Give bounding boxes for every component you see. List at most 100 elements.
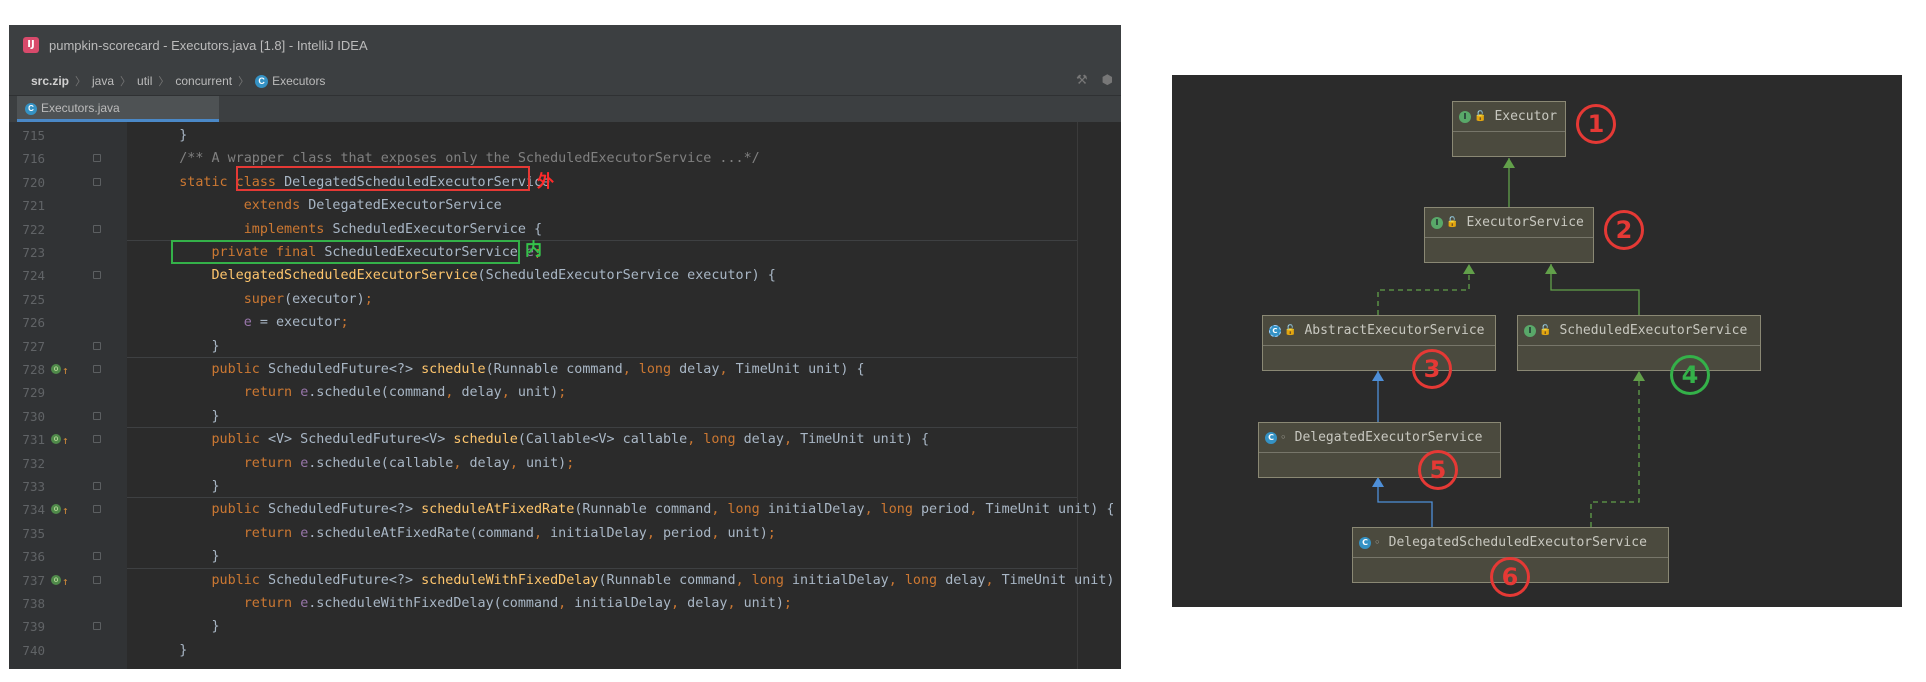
fold-toggle-icon[interactable] (93, 482, 101, 490)
code-token: (Runnable command (574, 502, 712, 518)
code-text: e = executor; (147, 311, 349, 334)
interface-icon: I (1431, 216, 1443, 229)
fold-toggle-icon[interactable] (93, 271, 101, 280)
code-text: return e.scheduleAtFixedRate(command, in… (147, 522, 776, 545)
code-line[interactable]: 721 extends DelegatedExecutorService (9, 194, 1121, 217)
outer-annotation-label: 外 (537, 172, 554, 192)
abstract-class-icon: C (1269, 324, 1281, 337)
code-token: delay (687, 596, 728, 611)
fold-toggle-icon[interactable] (93, 341, 101, 350)
line-number: 724 (22, 268, 45, 284)
method-separator (127, 427, 1077, 429)
code-token: .scheduleWithFixedDelay(command (308, 596, 559, 611)
node-executorservice-label: ExecutorService (1466, 215, 1584, 230)
arrow-up-icon: ↑ (62, 434, 69, 448)
breadcrumb-executors[interactable]: C Executors (251, 74, 329, 89)
code-line[interactable]: 720 static class DelegatedScheduledExecu… (9, 171, 1121, 194)
code-token: initialDelay (550, 525, 647, 541)
code-line[interactable]: 735 return e.scheduleAtFixedRate(command… (9, 522, 1121, 545)
node-delegatedexecutorservice[interactable]: C ◦ DelegatedExecutorService (1258, 422, 1501, 478)
code-token: , long (735, 572, 792, 588)
code-editor[interactable]: 715 } 716 /** A wrapper class that expose… (9, 122, 1121, 669)
class-file-icon: C (25, 102, 37, 115)
fold-toggle-icon[interactable] (93, 575, 101, 584)
code-line[interactable]: 726 e = executor; (9, 311, 1121, 334)
code-line[interactable]: 715 } (9, 124, 1121, 147)
code-line[interactable]: 725 super(executor); (9, 288, 1121, 311)
code-line[interactable]: 731 o ↑ public <V> ScheduledFuture<V> sche… (9, 428, 1121, 451)
implements-method-icon[interactable]: o (51, 574, 61, 585)
fold-toggle-icon[interactable] (93, 154, 101, 163)
node-executorservice[interactable]: I 🔓 ExecutorService (1424, 207, 1594, 263)
breadcrumb-java[interactable]: java (88, 74, 118, 88)
line-number: 726 (22, 315, 45, 331)
fold-toggle-icon[interactable] (93, 177, 101, 186)
chevron-right-icon: 〉 (75, 76, 87, 88)
number-marker-5: 5 (1418, 450, 1458, 490)
fold-toggle-icon[interactable] (93, 622, 101, 631)
code-token: ; (566, 455, 575, 471)
line-number: 728 (22, 362, 45, 377)
code-token: } (147, 479, 220, 494)
code-text: public <V> ScheduledFuture<V> schedule(C… (147, 428, 929, 451)
code-line[interactable]: 732 return e.schedule(callable, delay, u… (9, 452, 1121, 475)
method-separator (127, 567, 1077, 569)
code-token: } (147, 408, 220, 424)
code-token: , long (622, 362, 680, 377)
code-line[interactable]: 738 return e.scheduleWithFixedDelay(comm… (9, 592, 1121, 615)
node-abstractexecutorservice[interactable]: C 🔓 AbstractExecutorService (1262, 315, 1496, 371)
code-token: extends (147, 198, 309, 214)
code-line[interactable]: 739 } (9, 615, 1121, 638)
code-token: , (501, 385, 518, 401)
fold-toggle-icon[interactable] (93, 224, 101, 233)
code-text: } (147, 545, 219, 568)
fold-toggle-icon[interactable] (93, 411, 101, 420)
code-token: return (147, 385, 301, 401)
line-number: 729 (22, 385, 45, 401)
code-line[interactable]: 724 DelegatedScheduledExecutorService(Sc… (9, 264, 1121, 287)
package-private-visibility-icon: ◦ (1280, 431, 1287, 444)
implements-method-icon[interactable]: o (51, 504, 61, 515)
code-line[interactable]: 736 } (9, 545, 1121, 568)
code-line[interactable]: 716 /** A wrapper class that exposes onl… (9, 147, 1121, 170)
breadcrumb-concurrent[interactable]: concurrent (171, 74, 236, 88)
ide-window: IJ pumpkin-scorecard - Executors.java [1… (9, 25, 1121, 669)
fold-toggle-icon[interactable] (93, 435, 101, 444)
code-line[interactable]: 722 implements ScheduledExecutorService … (9, 218, 1121, 241)
code-token: TimeUnit unit) { (735, 362, 865, 377)
node-scheduledexecutorservice[interactable]: I 🔓 ScheduledExecutorService (1517, 315, 1761, 371)
chevron-right-icon: 〉 (238, 76, 250, 88)
fold-toggle-icon[interactable] (93, 552, 101, 561)
public-visibility-icon: 🔓 (1284, 325, 1297, 336)
code-line[interactable]: 734 o ↑ public ScheduledFuture<?> schedule… (9, 498, 1121, 521)
line-number: 725 (22, 291, 45, 307)
class-icon: C (1359, 536, 1371, 549)
hammer-icon[interactable]: ⚒ (1076, 73, 1088, 88)
run-config-icon[interactable]: ⬢ (1102, 73, 1113, 88)
code-token: super (147, 291, 285, 307)
code-line[interactable]: 730 } (9, 405, 1121, 428)
number-marker-4: 4 (1670, 355, 1710, 395)
code-line[interactable]: 727 } (9, 335, 1121, 358)
code-token: public (147, 572, 268, 588)
tab-executors-java[interactable]: C Executors.java (17, 96, 219, 122)
fold-toggle-icon[interactable] (93, 505, 101, 514)
node-executor[interactable]: I 🔓 Executor (1452, 101, 1566, 157)
code-token: (Runnable command (598, 572, 736, 588)
code-line[interactable]: 737 o ↑ public ScheduledFuture<?> schedule… (9, 569, 1121, 592)
implements-method-icon[interactable]: o (51, 364, 61, 374)
line-number: 740 (22, 642, 45, 658)
breadcrumb-util[interactable]: util (133, 74, 156, 88)
title-bar: IJ pumpkin-scorecard - Executors.java [1… (9, 25, 1121, 67)
code-line[interactable]: 728 o ↑ public ScheduledFuture<?> schedule… (9, 358, 1121, 381)
code-line[interactable]: 729 return e.schedule(command, delay, un… (9, 381, 1121, 404)
code-line[interactable]: 733 } (9, 475, 1121, 498)
number-marker-6: 6 (1490, 557, 1530, 597)
code-token: scheduleAtFixedRate (421, 502, 575, 518)
class-icon: C (255, 75, 269, 89)
fold-toggle-icon[interactable] (93, 365, 101, 373)
code-line[interactable]: 740 } (9, 639, 1121, 662)
code-token: return (147, 455, 301, 471)
implements-method-icon[interactable]: o (51, 434, 61, 445)
breadcrumb-src-zip[interactable]: src.zip (27, 74, 73, 88)
